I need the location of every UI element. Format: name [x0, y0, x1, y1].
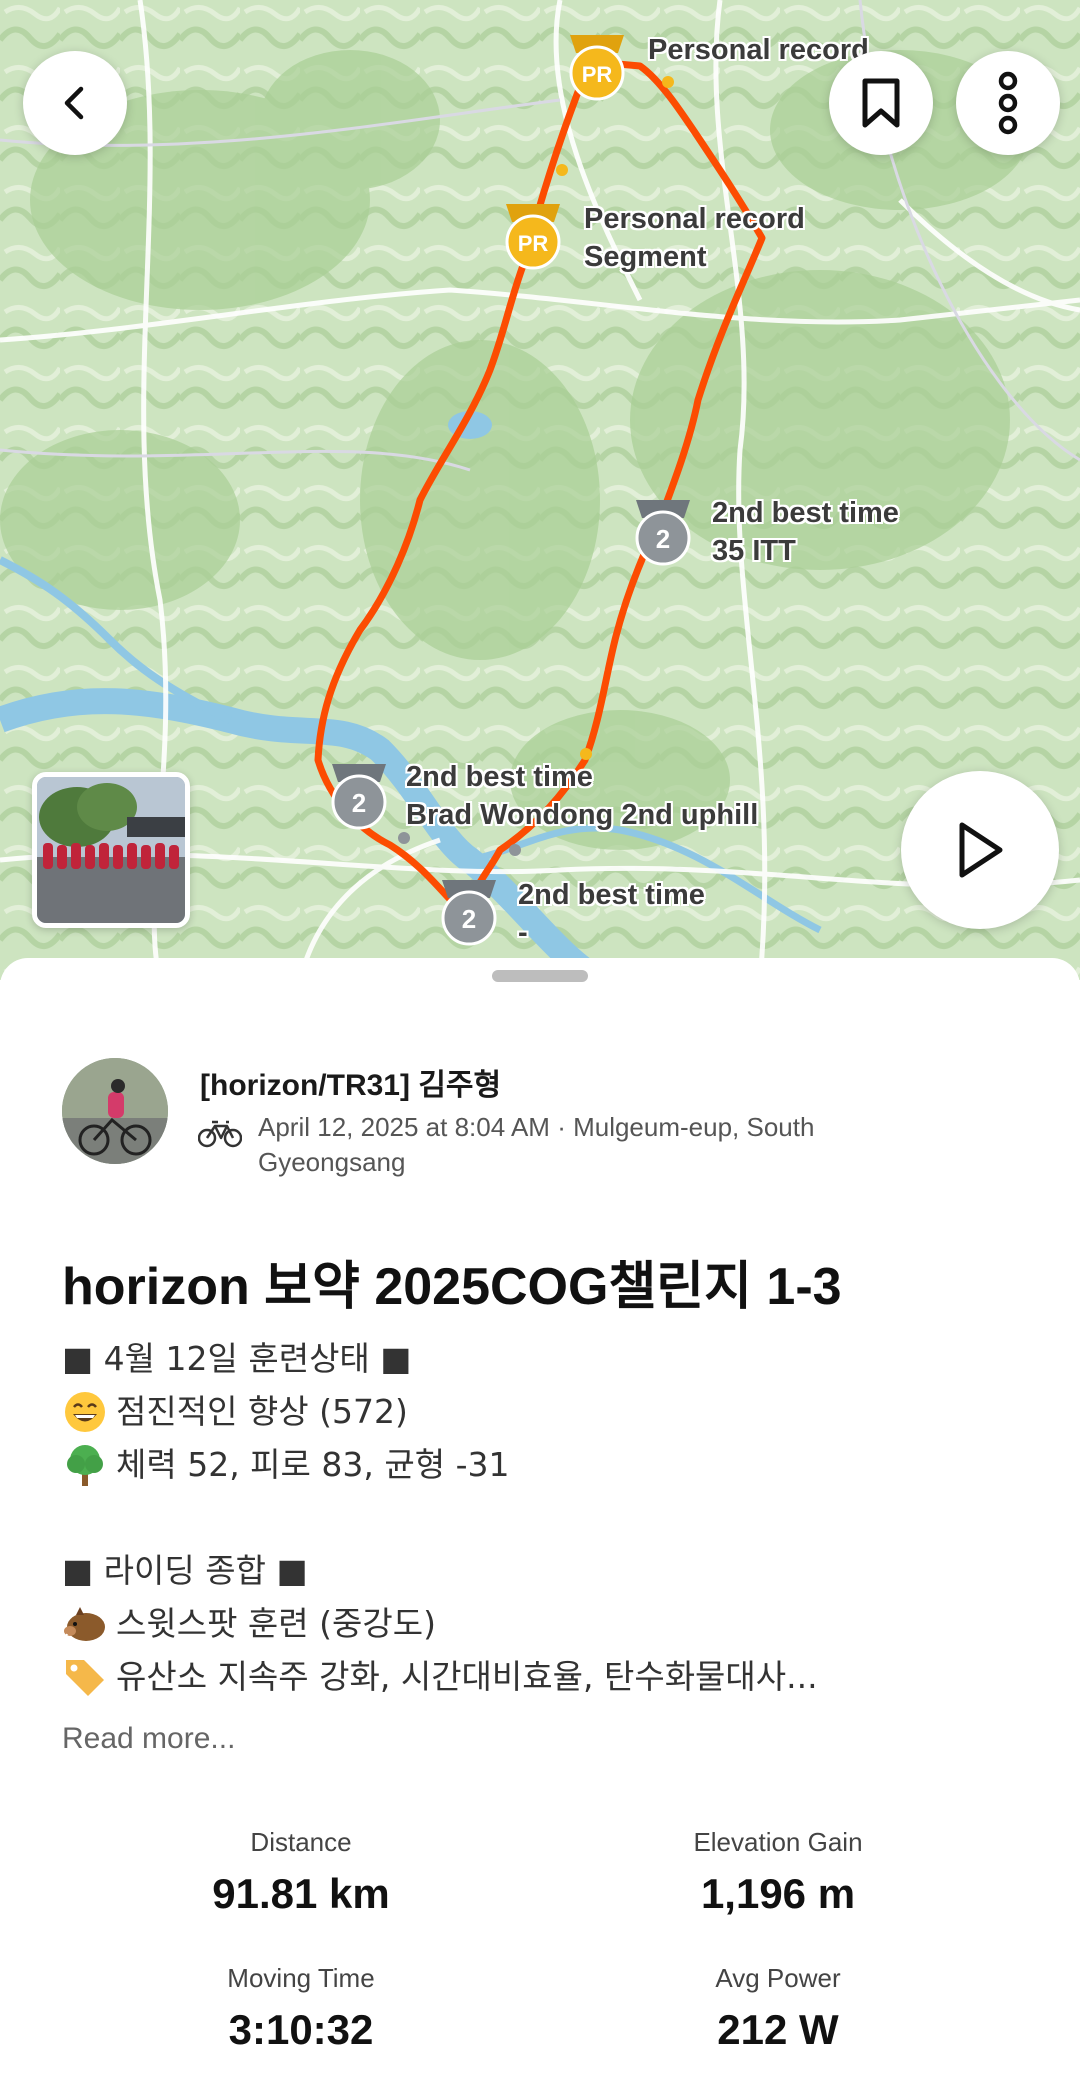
pr-medal-icon[interactable]: PR	[502, 200, 564, 272]
stat-value: 1,196 m	[700, 1870, 856, 1917]
segment-label: 2nd best time 35 ITT	[712, 497, 899, 567]
play-flyover-button[interactable]	[901, 771, 1059, 929]
boar-icon	[62, 1601, 108, 1647]
activity-title: horizon 보약 2025COG챌린지 1-3	[62, 1258, 842, 1316]
svg-text:2: 2	[352, 788, 366, 818]
avatar[interactable]	[62, 1058, 168, 1164]
segment-label: 2nd best time -	[518, 879, 705, 949]
bike-icon	[198, 1120, 242, 1148]
stat-distance: Distance 91.81 km	[81, 1824, 521, 1922]
read-more-link[interactable]: Read more...	[62, 1722, 235, 1756]
silver-medal-icon[interactable]: 2	[328, 760, 390, 832]
svg-text:PR: PR	[582, 62, 613, 87]
description-line: ■ 라이딩 종합 ■	[62, 1551, 308, 1590]
more-options-button[interactable]	[956, 51, 1060, 155]
drag-handle[interactable]	[492, 970, 588, 982]
stat-value: 3:10:32	[228, 2006, 374, 2053]
back-button[interactable]	[23, 51, 127, 155]
activity-description[interactable]: ■ 4월 12일 훈련상태 ■ 점진적인 향상 (572) 체력 52, 피로 …	[62, 1332, 1022, 1703]
stat-avg-power: Avg Power 212 W	[558, 1960, 998, 2058]
bookmark-button[interactable]	[829, 51, 933, 155]
athlete-photo-image	[62, 1058, 168, 1164]
chevron-left-icon	[64, 86, 84, 120]
more-vertical-icon	[998, 71, 1018, 135]
description-line: 스윗스팟 훈련 (중강도)	[62, 1597, 1022, 1650]
svg-text:2: 2	[656, 524, 670, 554]
activity-photo-thumbnail[interactable]	[32, 772, 190, 928]
segment-label: Personal record	[648, 34, 869, 66]
segment-label: Personal record Segment	[584, 203, 805, 273]
svg-text:PR: PR	[518, 231, 549, 256]
activity-meta: April 12, 2025 at 8:04 AM · Mulgeum-eup,…	[258, 1112, 815, 1177]
stat-label: Elevation Gain	[693, 1827, 863, 1857]
group-photo-image	[37, 777, 185, 923]
tag-icon	[62, 1654, 108, 1700]
pr-medal-icon[interactable]: PR	[566, 31, 628, 103]
stat-elevation-gain: Elevation Gain 1,196 m	[558, 1824, 998, 1922]
stat-label: Distance	[250, 1827, 352, 1857]
description-line: 유산소 지속주 강화, 시간대비효율, 탄수화물대사...	[62, 1650, 1022, 1703]
segment-label: 2nd best time Brad Wondong 2nd uphill	[406, 761, 759, 831]
silver-medal-icon[interactable]: 2	[632, 496, 694, 568]
svg-text:2: 2	[462, 904, 476, 934]
silver-medal-icon[interactable]: 2	[438, 876, 500, 948]
bookmark-icon	[862, 78, 900, 128]
stat-value: 212 W	[717, 2006, 839, 2053]
activity-details-sheet[interactable]: [horizon/TR31] 김주형 April 12, 2025 at 8:0…	[0, 958, 1080, 2075]
stat-moving-time: Moving Time 3:10:32	[81, 1960, 521, 2058]
athlete-name[interactable]: [horizon/TR31] 김주형	[200, 1060, 501, 1104]
grinning-face-icon	[62, 1389, 108, 1435]
route-map[interactable]: PR PR 2 2 2 Personal record Personal rec…	[0, 0, 1080, 980]
description-line: 점진적인 향상 (572)	[62, 1385, 1022, 1438]
description-line: ■ 4월 12일 훈련상태 ■	[62, 1339, 412, 1378]
tree-icon	[62, 1442, 108, 1488]
stat-label: Moving Time	[227, 1963, 375, 1993]
stat-label: Avg Power	[715, 1963, 841, 1993]
stat-value: 91.81 km	[212, 1870, 390, 1917]
play-icon	[959, 822, 1003, 878]
description-line: 체력 52, 피로 83, 균형 -31	[62, 1438, 1022, 1491]
